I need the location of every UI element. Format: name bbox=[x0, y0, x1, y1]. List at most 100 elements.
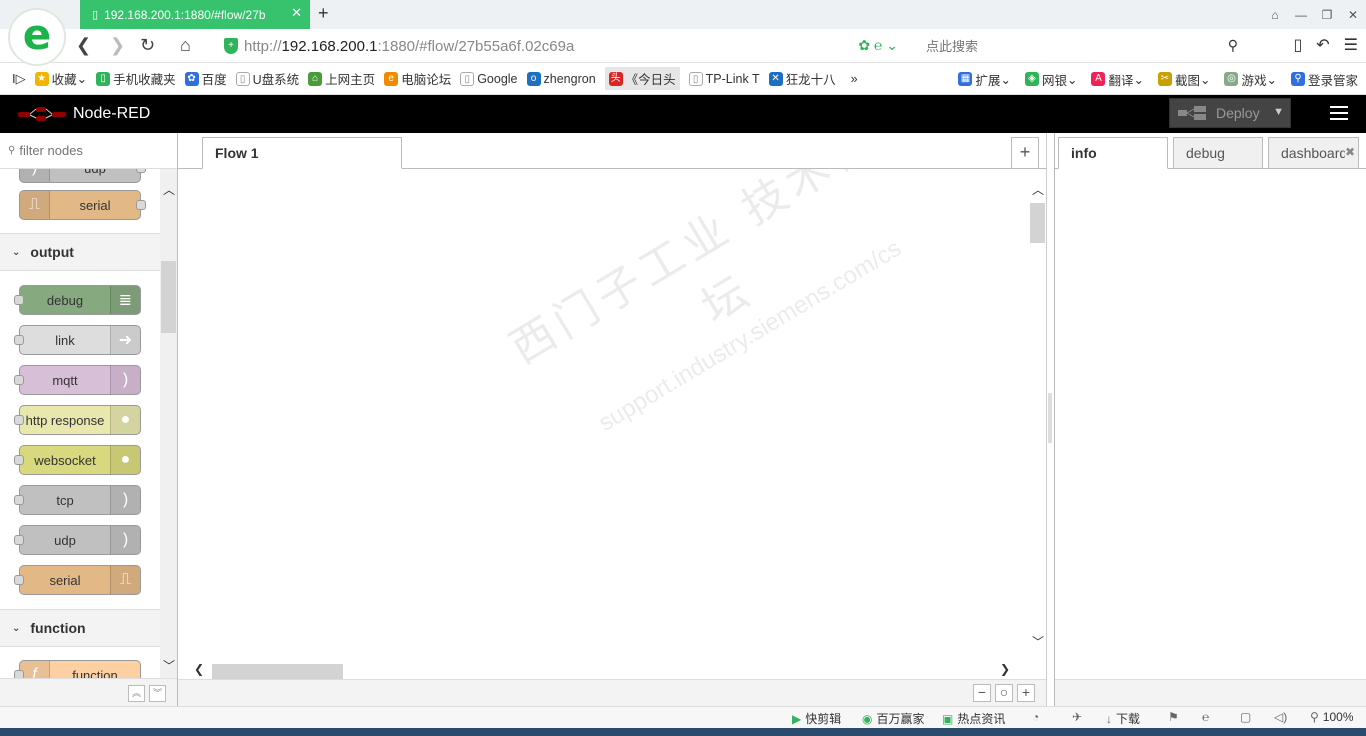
tab-info[interactable]: info bbox=[1058, 137, 1168, 169]
status-hot-news[interactable]: ▣ 热点资讯 bbox=[942, 710, 1005, 727]
bookmark-item[interactable]: ✿ 百度 bbox=[184, 69, 227, 88]
bookmark-item[interactable]: ⌂ 上网主页 bbox=[308, 69, 375, 88]
collapse-all-icon[interactable]: ︽ bbox=[128, 685, 145, 702]
address-bar: ❮ ❯ ↻ ⌂ + http://192.168.200.1:1880/#flo… bbox=[0, 29, 1366, 63]
search-icon[interactable]: ⚲ bbox=[1228, 37, 1238, 54]
bookmark-item[interactable]: ▯ U盘系统 bbox=[235, 69, 299, 88]
palette-node-websocket[interactable]: websocket ● bbox=[14, 445, 141, 475]
add-flow-button[interactable]: + bbox=[1011, 137, 1039, 168]
status-download[interactable]: ↓ 下载 bbox=[1106, 710, 1140, 727]
status-quick-clip[interactable]: ▶ 快剪辑 bbox=[792, 710, 841, 727]
tab-close-icon[interactable]: ✕ bbox=[291, 5, 302, 21]
search-box[interactable]: ⚲ bbox=[916, 33, 1246, 59]
screenshot-button[interactable]: ✂ 截图 ⌄ bbox=[1157, 70, 1210, 89]
skin-icon[interactable]: ⌂ bbox=[1262, 8, 1288, 22]
palette-node-tcp[interactable]: tcp ) bbox=[14, 485, 141, 515]
canvas-vertical-scrollbar[interactable]: ︿ ﹀ bbox=[1029, 169, 1046, 662]
minimize-icon[interactable]: — bbox=[1288, 8, 1314, 22]
main-menu-button[interactable] bbox=[1330, 106, 1348, 120]
palette-footer: ︽ ︾ bbox=[0, 678, 177, 706]
palette-scroll-thumb[interactable] bbox=[161, 261, 176, 333]
sidebar-splitter[interactable] bbox=[1046, 133, 1054, 706]
palette-node-udp-input[interactable]: ) udp bbox=[19, 169, 146, 183]
volume-icon[interactable]: ◁) bbox=[1274, 710, 1291, 724]
filter-nodes-input[interactable] bbox=[19, 143, 170, 158]
bookmark-item[interactable]: ▯ Google bbox=[460, 71, 518, 86]
forward-icon[interactable]: ❯ bbox=[110, 35, 125, 56]
bookmark-item[interactable]: 头《今日头 bbox=[604, 67, 680, 90]
flow-canvas[interactable]: 西门子工业 技术论坛 support.industry.siemens.com/… bbox=[178, 169, 1029, 662]
restore-icon[interactable]: ❐ bbox=[1314, 8, 1340, 22]
zoom-in-button[interactable]: + bbox=[1017, 684, 1035, 702]
palette-scrollbar[interactable]: ︿ ﹀ bbox=[160, 169, 177, 678]
close-window-icon[interactable]: ✕ bbox=[1340, 8, 1366, 22]
tab-title: 192.168.200.1:1880/#flow/27b bbox=[104, 7, 266, 22]
tab-dashboard[interactable]: dashboard ✖ bbox=[1268, 137, 1359, 169]
bank-button[interactable]: ◈ 网银 ⌄ bbox=[1024, 70, 1077, 89]
games-button[interactable]: ◎ 游戏 ⌄ bbox=[1224, 70, 1277, 89]
tab-debug[interactable]: debug bbox=[1173, 137, 1263, 169]
url-field[interactable]: + http://192.168.200.1:1880/#flow/27b55a… bbox=[214, 33, 910, 59]
scroll-right-icon[interactable]: ❯ bbox=[1000, 662, 1010, 676]
bookmark-item[interactable]: e 电脑论坛 bbox=[384, 69, 451, 88]
bookmark-item[interactable]: ▯ TP-Link T bbox=[688, 71, 760, 86]
palette-node-http-response[interactable]: http response ● bbox=[14, 405, 141, 435]
back-icon[interactable]: ❮ bbox=[76, 35, 91, 56]
bookmark-item[interactable]: ▯ 手机收藏夹 bbox=[96, 69, 176, 88]
scroll-up-icon[interactable]: ︿ bbox=[1032, 181, 1044, 198]
deploy-label: Deploy bbox=[1216, 105, 1260, 121]
ie-icon[interactable]: ℮ bbox=[1202, 710, 1213, 724]
palette-node-udp[interactable]: udp ) bbox=[14, 525, 141, 555]
link-out-icon: ➜ bbox=[110, 326, 140, 354]
translate-button[interactable]: A 翻译 ⌄ bbox=[1091, 70, 1144, 89]
sidebar-toggle-icon[interactable]: I▷ bbox=[12, 71, 26, 87]
canvas-vertical-thumb[interactable] bbox=[1030, 203, 1045, 243]
deploy-dropdown-icon[interactable]: ▼ bbox=[1273, 106, 1284, 118]
bookmarks-more-icon[interactable]: » bbox=[851, 72, 858, 86]
status-zoom[interactable]: ⚲ 100% bbox=[1310, 710, 1354, 724]
canvas-horizontal-thumb[interactable] bbox=[212, 664, 343, 679]
extensions-button[interactable]: ▦ 扩展 ⌄ bbox=[958, 70, 1011, 89]
new-tab-button[interactable]: + bbox=[318, 3, 329, 24]
palette-node-function[interactable]: f function bbox=[14, 660, 141, 678]
deploy-button[interactable]: Deploy ▼ bbox=[1169, 98, 1291, 128]
window-icon[interactable]: ▢ bbox=[1240, 710, 1255, 724]
mobile-icon[interactable]: ▯ bbox=[1293, 35, 1302, 55]
bookmark-item[interactable]: ✕ 狂龙十八 bbox=[768, 69, 836, 88]
home-icon[interactable]: ⌂ bbox=[180, 35, 191, 56]
bookmark-item[interactable]: o zhengron bbox=[526, 71, 596, 86]
close-tab-icon[interactable]: ✖ bbox=[1344, 145, 1355, 159]
browser-logo[interactable]: e bbox=[8, 8, 66, 66]
scroll-up-icon[interactable]: ︿ bbox=[163, 181, 175, 198]
login-manager-button[interactable]: ⚲ 登录管家 bbox=[1290, 70, 1358, 89]
undo-icon[interactable]: ↶ bbox=[1316, 35, 1329, 55]
category-function-header[interactable]: ⌄ function bbox=[0, 609, 160, 647]
palette-node-mqtt[interactable]: mqtt ) bbox=[14, 365, 141, 395]
flag-icon[interactable]: ⚑ bbox=[1168, 710, 1183, 724]
palette-node-serial[interactable]: serial ⎍ bbox=[14, 565, 141, 595]
palette-node-link[interactable]: link ➜ bbox=[14, 325, 141, 355]
menu-icon[interactable]: ☰ bbox=[1344, 35, 1358, 55]
scroll-down-icon[interactable]: ﹀ bbox=[163, 657, 175, 674]
category-output-header[interactable]: ⌄ output bbox=[0, 233, 160, 271]
palette-filter[interactable]: ⚲ bbox=[0, 133, 177, 169]
url-status-icons[interactable]: ✿ ℮ ⌄ bbox=[858, 37, 898, 54]
palette-node-serial-input[interactable]: ⎍ serial bbox=[19, 190, 146, 220]
scroll-down-icon[interactable]: ﹀ bbox=[1032, 633, 1044, 650]
browser-tab-active[interactable]: ▯ 192.168.200.1:1880/#flow/27b ✕ bbox=[80, 0, 310, 29]
status-winner[interactable]: ◉ 百万赢家 bbox=[862, 710, 925, 727]
speed-icon[interactable]: ◔ bbox=[1032, 710, 1043, 724]
search-input[interactable] bbox=[916, 38, 1206, 54]
pin-icon[interactable]: ✈ bbox=[1072, 710, 1086, 724]
scroll-left-icon[interactable]: ❮ bbox=[194, 662, 204, 676]
reload-icon[interactable]: ↻ bbox=[140, 35, 155, 56]
expand-all-icon[interactable]: ︾ bbox=[149, 685, 166, 702]
input-port bbox=[14, 535, 24, 545]
tab-flow-1[interactable]: Flow 1 bbox=[202, 137, 402, 169]
canvas-horizontal-scrollbar[interactable]: ❮ ❯ bbox=[178, 662, 1029, 679]
zoom-out-button[interactable]: − bbox=[973, 684, 991, 702]
palette-node-debug[interactable]: debug ≣ bbox=[14, 285, 141, 315]
bookmark-item[interactable]: ★ 收藏 ⌄ bbox=[34, 69, 87, 88]
splitter-grip[interactable] bbox=[1048, 393, 1052, 443]
zoom-reset-button[interactable]: ○ bbox=[995, 684, 1013, 702]
